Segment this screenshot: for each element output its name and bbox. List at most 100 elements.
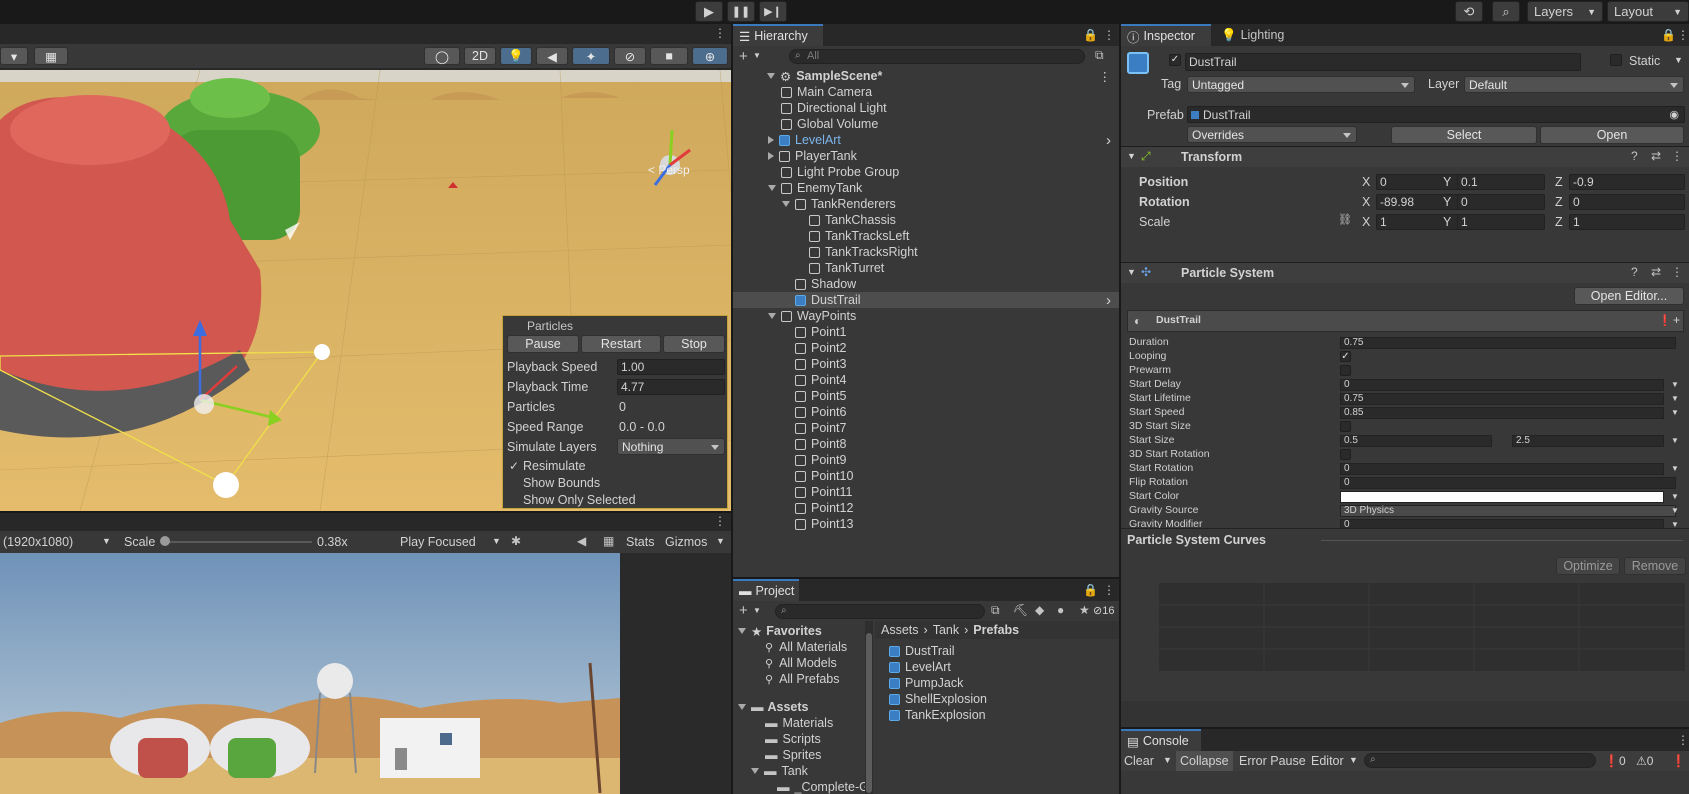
simulate-layers-dropdown[interactable]: Nothing	[617, 438, 725, 455]
scale-slider-track[interactable]	[164, 541, 312, 543]
more-icon[interactable]: ⋮	[1677, 733, 1689, 747]
lock-icon[interactable]: 🔒	[1661, 28, 1676, 42]
curve-mode-chevron-icon[interactable]: ▼	[1671, 464, 1679, 473]
expand-arrow-icon[interactable]	[738, 704, 746, 710]
hierarchy-item[interactable]: Light Probe Group	[733, 164, 1119, 180]
hierarchy-item[interactable]: Point8	[733, 436, 1119, 452]
undo-history-button[interactable]: ⟲	[1455, 1, 1483, 22]
hierarchy-item[interactable]: Point2	[733, 340, 1119, 356]
more-icon[interactable]: ⋮	[1103, 583, 1115, 597]
shading-mode-dropdown[interactable]: ◯	[424, 47, 460, 65]
transform-y-field[interactable]: 0.1	[1457, 174, 1545, 190]
asset-folder-item[interactable]: ▬ Sprites	[733, 747, 873, 763]
asset-folder-item[interactable]: ▬ Tank	[733, 763, 873, 779]
chevron-down-icon[interactable]: ▼	[753, 51, 761, 60]
hierarchy-item[interactable]: EnemyTank	[733, 180, 1119, 196]
preset-icon[interactable]: ⇄	[1651, 265, 1661, 279]
step-button[interactable]: ▶❙	[759, 1, 787, 22]
ps-value-field[interactable]: 0	[1340, 379, 1664, 391]
particle-restart-button[interactable]: Restart	[581, 335, 661, 353]
expand-arrow-icon[interactable]	[768, 185, 776, 191]
asset-folder-item[interactable]: ▬ _Complete-G	[733, 779, 873, 794]
playback-time-field[interactable]: 4.77	[617, 379, 725, 395]
favorite-item[interactable]: ⚲ All Prefabs	[733, 671, 873, 687]
breadcrumb-assets[interactable]: Assets	[881, 623, 919, 637]
lighting-toggle[interactable]: 💡	[500, 47, 532, 65]
error-pause-toggle[interactable]: Error Pause	[1239, 754, 1306, 768]
hierarchy-item[interactable]: Point10	[733, 468, 1119, 484]
resolution-dropdown[interactable]: (1920x1080)	[3, 535, 73, 549]
file-item[interactable]: ShellExplosion	[875, 691, 1119, 707]
add-module-icon[interactable]: +	[1673, 313, 1680, 327]
show-bounds-label[interactable]: Show Bounds	[523, 476, 600, 490]
transform-z-field[interactable]: -0.9	[1569, 174, 1685, 190]
hierarchy-item[interactable]: TankTracksRight	[733, 244, 1119, 260]
lock-icon[interactable]: 🔒	[1083, 28, 1098, 42]
chevron-down-icon[interactable]: ▼	[1163, 755, 1172, 765]
ps-checkbox[interactable]	[1340, 449, 1351, 460]
persp-label[interactable]: < Persp	[648, 163, 690, 177]
ps-value-field[interactable]: 0.85	[1340, 407, 1664, 419]
component-header[interactable]: ▼ ✣ Particle System ? ⇄ ⋮	[1121, 262, 1689, 283]
expand-arrow-icon[interactable]	[768, 152, 774, 160]
hierarchy-item[interactable]: TankTracksLeft	[733, 228, 1119, 244]
ps-value-field[interactable]: 0.75	[1340, 393, 1664, 405]
chevron-down-icon[interactable]: ▼	[1349, 755, 1358, 765]
favorite-item[interactable]: ⚲ All Materials	[733, 639, 873, 655]
favorite-item[interactable]: ⚲ All Models	[733, 655, 873, 671]
hierarchy-item[interactable]: Point5	[733, 388, 1119, 404]
search-by-type-icon[interactable]: ⧉	[991, 603, 1000, 618]
scene-visibility-toggle[interactable]: ⊘	[614, 47, 646, 65]
breadcrumb-prefabs[interactable]: Prefabs	[973, 623, 1019, 637]
help-icon[interactable]: ?	[1631, 265, 1638, 279]
curve-mode-chevron-icon[interactable]: ▼	[1671, 380, 1679, 389]
layers-dropdown[interactable]: Layers ▼	[1527, 1, 1603, 22]
file-item[interactable]: LevelArt	[875, 659, 1119, 675]
hierarchy-item[interactable]: WayPoints	[733, 308, 1119, 324]
more-icon[interactable]: ⋮	[1677, 28, 1689, 42]
expand-arrow-icon[interactable]	[738, 628, 746, 634]
hierarchy-item[interactable]: TankTurret	[733, 260, 1119, 276]
hierarchy-item[interactable]: Main Camera	[733, 84, 1119, 100]
mute-audio-icon[interactable]: ◀	[577, 534, 586, 548]
add-icon[interactable]: +	[739, 602, 748, 619]
tab-inspector[interactable]: ⓘ Inspector	[1121, 24, 1211, 46]
transform-z-field[interactable]: 1	[1569, 214, 1685, 230]
hierarchy-item[interactable]: PlayerTank	[733, 148, 1119, 164]
scrollbar-thumb[interactable]	[866, 633, 872, 793]
filter-type-icon[interactable]: ⛏	[1013, 603, 1028, 617]
hierarchy-item[interactable]: DustTrail ›	[733, 292, 1119, 309]
preset-icon[interactable]: ⇄	[1651, 149, 1661, 163]
hierarchy-item[interactable]: Point4	[733, 372, 1119, 388]
ps-value-field[interactable]: 0	[1340, 463, 1664, 475]
hierarchy-item[interactable]: Point1	[733, 324, 1119, 340]
transform-y-field[interactable]: 0	[1457, 194, 1545, 210]
search-button[interactable]: ⌕	[1492, 1, 1520, 22]
optimize-button[interactable]: Optimize	[1556, 557, 1620, 575]
hierarchy-item[interactable]: Point12	[733, 500, 1119, 516]
favorite-star-icon[interactable]: ★	[1079, 603, 1090, 617]
playback-speed-field[interactable]: 1.00	[617, 359, 725, 375]
tag-dropdown[interactable]: Untagged	[1187, 76, 1415, 93]
object-name-field[interactable]: DustTrail	[1185, 53, 1581, 71]
expand-arrow-icon[interactable]	[767, 73, 775, 79]
hierarchy-item[interactable]: Point7	[733, 420, 1119, 436]
warning-filter-icon[interactable]: ●	[1057, 603, 1064, 617]
camera-dropdown[interactable]: ■	[650, 47, 688, 65]
ps-dropdown[interactable]: 3D Physics	[1340, 505, 1676, 517]
audio-toggle[interactable]: ◀	[536, 47, 568, 65]
clear-button[interactable]: Clear	[1124, 754, 1154, 768]
open-editor-button[interactable]: Open Editor...	[1574, 287, 1684, 305]
label-tag-icon[interactable]: ◆	[1035, 603, 1044, 617]
gizmos-button[interactable]: Gizmos	[665, 535, 707, 549]
grid-icon[interactable]: ▦	[603, 534, 614, 548]
folder-tree-scrollbar[interactable]	[865, 621, 873, 794]
scene-search-icon[interactable]: ⧉	[1095, 48, 1104, 63]
expand-arrow-icon[interactable]	[768, 313, 776, 319]
asset-folder-item[interactable]: ▬ Scripts	[733, 731, 873, 747]
bug-icon[interactable]: ✱	[511, 534, 521, 548]
file-item[interactable]: DustTrail	[875, 643, 1119, 659]
hierarchy-item[interactable]: Point3	[733, 356, 1119, 372]
ps-max-field[interactable]: 2.5	[1512, 435, 1664, 447]
static-checkbox[interactable]	[1610, 54, 1622, 66]
